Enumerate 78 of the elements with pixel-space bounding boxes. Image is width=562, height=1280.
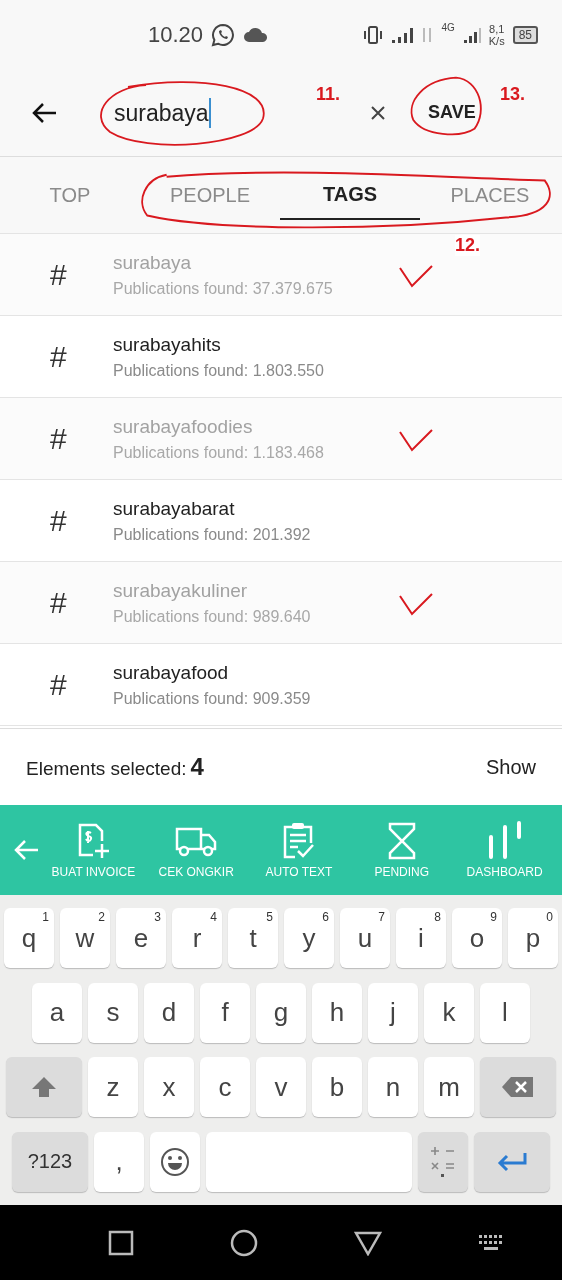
data-arrows-icon	[421, 26, 434, 44]
tag-name: surabayakuliner	[113, 579, 249, 602]
check-mark-icon	[398, 428, 434, 452]
keyboard-key[interactable]: s	[88, 982, 138, 1043]
hash-icon: #	[50, 257, 113, 292]
shift-icon	[30, 1075, 58, 1100]
emoji-key[interactable]	[150, 1131, 200, 1192]
keyboard-key[interactable]: g	[256, 982, 306, 1043]
keyboard-key[interactable]: a	[32, 982, 82, 1043]
hash-icon: #	[50, 667, 113, 702]
keyboard-key[interactable]: v	[256, 1057, 306, 1118]
tab[interactable]: TAGS	[280, 170, 420, 220]
cloud-icon	[243, 26, 270, 44]
annotation-number: 13.	[500, 84, 526, 105]
publication-count: Publications found: 1.183.468	[113, 443, 324, 462]
backspace-key[interactable]	[480, 1057, 556, 1118]
search-field[interactable]: surabaya	[114, 98, 211, 128]
hash-icon: #	[50, 339, 113, 374]
keyboard-key[interactable]: c	[200, 1057, 250, 1118]
chat-icon	[211, 23, 236, 47]
tag-result[interactable]: # surabayafoodies Publications found: 1.183.468	[0, 398, 562, 480]
tag-result[interactable]: # surabayafood Publications found: 909.359	[0, 644, 562, 726]
publication-count: Publications found: 1.803.550	[113, 361, 324, 380]
keyboard-key[interactable]: ,	[94, 1131, 144, 1192]
backspace-icon	[501, 1075, 535, 1100]
vibrate-icon	[363, 26, 384, 44]
signal-icon	[462, 26, 481, 44]
signal-icon	[391, 26, 414, 44]
shift-key[interactable]	[6, 1057, 82, 1118]
math-symbols-icon	[429, 1144, 457, 1179]
close-icon[interactable]	[370, 105, 386, 121]
clock: 10.20	[148, 22, 204, 48]
back-arrow-icon[interactable]	[30, 101, 58, 125]
speed-value: 8,1	[489, 23, 505, 35]
home-icon[interactable]	[230, 1228, 258, 1257]
dashboard-bars-icon	[486, 821, 523, 861]
keyboard-icon[interactable]	[478, 1233, 504, 1252]
network-label: 4G	[441, 22, 455, 33]
enter-key[interactable]	[474, 1131, 550, 1192]
selected-label: Elements selected:	[26, 758, 187, 780]
annotation-number: 11.	[316, 84, 341, 105]
tag-name: surabaya	[113, 251, 193, 274]
annotation-number: 12.	[455, 235, 481, 256]
tag-name: surabayabarat	[113, 497, 236, 520]
check-mark-icon	[398, 592, 434, 616]
selected-count: 4	[190, 753, 204, 781]
keyboard-key[interactable]: j	[368, 982, 418, 1043]
enter-icon	[496, 1150, 528, 1173]
keyboard-key[interactable]: z	[88, 1057, 138, 1118]
keyboard-key[interactable]: d	[144, 982, 194, 1043]
clipboard-check-icon	[281, 821, 317, 861]
tag-name: surabayafoodies	[113, 415, 254, 438]
show-button[interactable]: Show	[485, 755, 536, 779]
battery-indicator: 85	[512, 26, 538, 44]
recent-apps-icon[interactable]	[108, 1229, 134, 1256]
publication-count: Publications found: 201.392	[113, 525, 311, 544]
keyboard-key[interactable]: k	[424, 982, 474, 1043]
keyboard-key[interactable]: m	[424, 1057, 474, 1118]
publication-count: Publications found: 909.359	[113, 689, 311, 708]
emoji-icon	[160, 1146, 190, 1177]
tag-result[interactable]: # surabayakuliner Publications found: 989.640	[0, 562, 562, 644]
keyboard-key[interactable]: b	[312, 1057, 362, 1118]
keyboard-key[interactable]: f	[200, 982, 250, 1043]
symbols-key[interactable]: ?123	[12, 1131, 88, 1192]
keyboard-key[interactable]: l	[480, 982, 530, 1043]
speed-unit: K/s	[488, 35, 505, 47]
check-mark-icon	[398, 264, 434, 288]
hash-icon: #	[50, 503, 113, 538]
keyboard-key[interactable]: x	[144, 1057, 194, 1118]
tag-name: surabayafood	[113, 661, 230, 684]
tag-name: surabayahits	[113, 333, 222, 356]
keyboard-key[interactable]: n	[368, 1057, 418, 1118]
keyboard-key[interactable]: h	[312, 982, 362, 1043]
publication-count: Publications found: 989.640	[113, 607, 311, 626]
publication-count: Publications found: 37.379.675	[113, 279, 333, 298]
hash-icon: #	[50, 421, 113, 456]
back-icon[interactable]	[354, 1229, 382, 1256]
hash-icon: #	[50, 585, 113, 620]
